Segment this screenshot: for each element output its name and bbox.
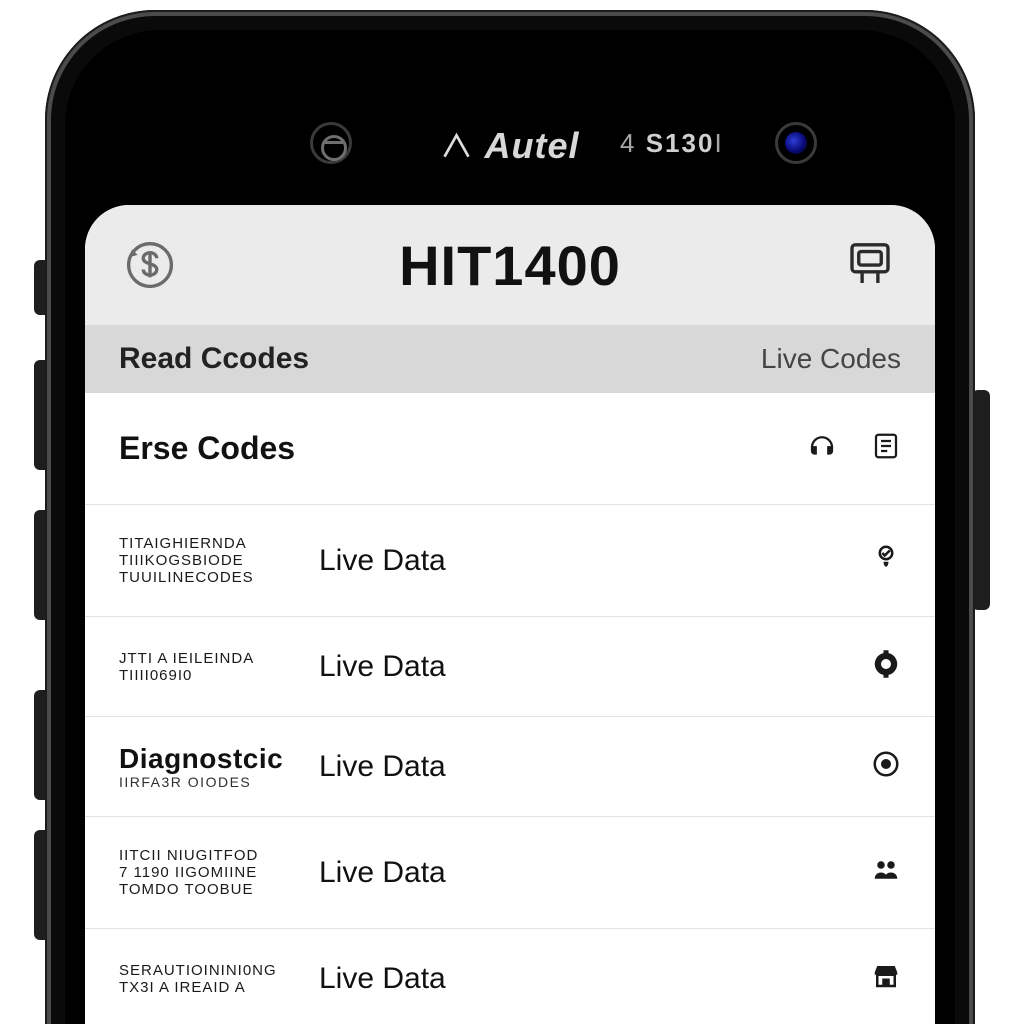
device-chip-icon[interactable] — [843, 238, 897, 292]
people-icon — [871, 855, 901, 890]
row-label: Live Data — [319, 962, 871, 996]
row-code: IITCII NIUGITFOD 7 1190 IIGOMIINE TOMDO … — [119, 847, 319, 898]
row-code: Diagnostcic IIRFA3R OIODES — [119, 744, 319, 790]
tab-read-codes[interactable]: Read Ccodes — [119, 342, 309, 376]
phone-frame: Autel 4 S130I HIT1400 — [45, 10, 975, 1024]
camera-icon — [775, 122, 817, 164]
list-card-icon — [871, 431, 901, 466]
row-code: SERAUTIOININI0NG TX3I A IREAID A — [119, 962, 319, 996]
app-title: HIT1400 — [399, 233, 621, 298]
store-icon — [871, 961, 901, 996]
brand-text: Autel — [485, 125, 580, 167]
status-code: 4 S130I — [620, 128, 724, 159]
erase-codes-row[interactable]: Erse Codes — [85, 393, 935, 505]
list-item[interactable]: JTTI A IEILEINDA TIIII069I0 Live Data — [85, 617, 935, 717]
row-code: TITAIGHIERNDA TIIIKOGSBIODE TUUILINECODE… — [119, 535, 319, 586]
refresh-dollar-icon[interactable] — [123, 238, 177, 292]
row-label: Live Data — [319, 750, 871, 784]
check-circle-icon — [871, 543, 901, 578]
list-item[interactable]: TITAIGHIERNDA TIIIKOGSBIODE TUUILINECODE… — [85, 505, 935, 617]
donut-icon — [871, 649, 901, 684]
phone-bezel: Autel 4 S130I HIT1400 — [65, 30, 955, 1024]
dot-circle-icon — [871, 749, 901, 784]
list-item[interactable]: SERAUTIOININI0NG TX3I A IREAID A Live Da… — [85, 929, 935, 1024]
headset-icon — [807, 431, 837, 466]
screen: HIT1400 Read Ccodes Live Codes — [85, 205, 935, 1024]
erase-codes-label: Erse Codes — [119, 430, 295, 467]
app-header: HIT1400 — [85, 205, 935, 325]
brand-logo: Autel — [441, 125, 580, 167]
sensor-icon — [310, 122, 352, 164]
row-label: Live Data — [319, 544, 871, 578]
row-label: Live Data — [319, 856, 871, 890]
status-strip: Autel 4 S130I — [65, 30, 955, 205]
row-code: JTTI A IEILEINDA TIIII069I0 — [119, 650, 319, 684]
tab-bar: Read Ccodes Live Codes — [85, 325, 935, 393]
list-item[interactable]: Diagnostcic IIRFA3R OIODES Live Data — [85, 717, 935, 817]
tab-live-codes[interactable]: Live Codes — [761, 343, 901, 375]
list-item[interactable]: IITCII NIUGITFOD 7 1190 IIGOMIINE TOMDO … — [85, 817, 935, 929]
row-label: Live Data — [319, 650, 871, 684]
